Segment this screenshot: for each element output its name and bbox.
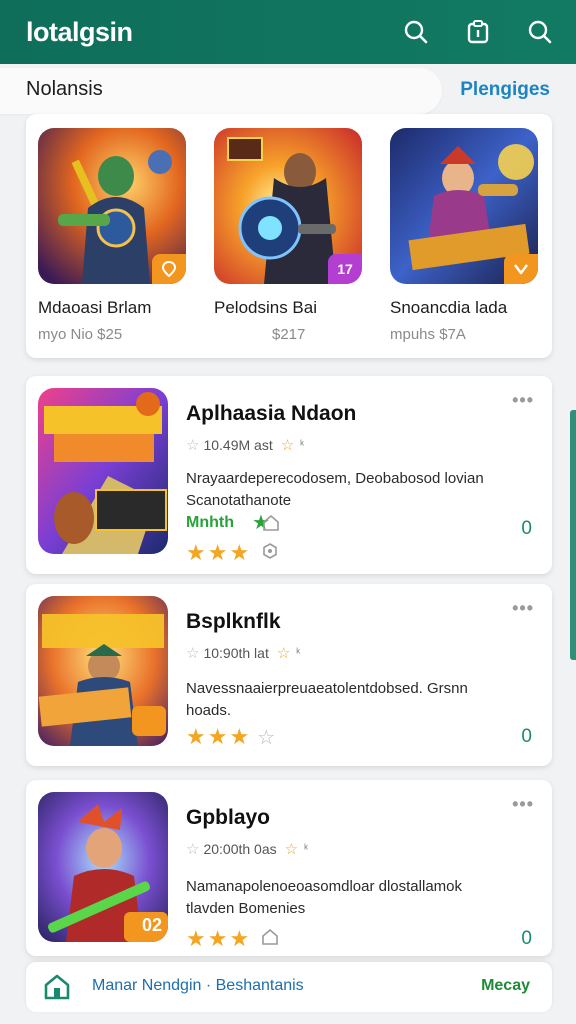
star-filled-icon: ★ <box>229 724 250 749</box>
bottom-nav-label[interactable]: Manar Nendgin · Beshantanis <box>92 977 304 995</box>
star-filled-icon: ★ <box>229 926 250 951</box>
section-see-all-link[interactable]: Plengiges <box>460 79 550 101</box>
info-icon: ᵏ <box>296 647 301 659</box>
star-icon: ☆ <box>276 645 291 662</box>
star-filled-icon: ★ <box>207 926 228 951</box>
app-meta: ☆ 10.49M ast ☆ ᵏ <box>186 436 304 454</box>
star-icon: ☆ <box>186 841 200 858</box>
app-list-item[interactable]: 02 Gpblayo ☆ 20:00th 0as ☆ ᵏ Namanapolen… <box>26 780 552 956</box>
rating-stars: ★ ★ ★ <box>186 540 279 566</box>
home-icon[interactable] <box>42 973 72 1006</box>
app-title: Aplhaasia Ndaon <box>186 402 357 425</box>
more-options-icon[interactable]: ••• <box>512 598 534 619</box>
download-count: 10.49M ast <box>203 437 273 453</box>
app-list-item[interactable]: Aplhaasia Ndaon ☆ 10.49M ast ☆ ᵏ Nrayaar… <box>26 376 552 574</box>
star-filled-icon: ★ <box>186 724 206 749</box>
featured-games-card: Mdaoasi Brlam myo Nio $25 17 Pelodsins B… <box>26 114 552 358</box>
app-meta: ☆ 10:90th lat ☆ ᵏ <box>186 644 300 662</box>
game-price: myo Nio $25 <box>38 326 123 343</box>
star-filled-icon: ★ <box>229 540 250 565</box>
featured-item[interactable]: Snoancdia lada mpuhs $7A <box>390 128 540 343</box>
download-count: 10:90th lat <box>203 645 269 661</box>
featured-item[interactable]: 17 Pelodsins Bai $217 <box>214 128 364 343</box>
app-tag: Mnhth <box>186 514 234 531</box>
section-header: Nolansis Plengiges <box>0 66 576 114</box>
game-name: Snoancdia lada <box>390 298 508 317</box>
info-icon: ᵏ <box>304 843 308 855</box>
info-icon: ᵏ <box>300 439 304 451</box>
game-price: $217 <box>272 326 306 343</box>
star-filled-icon: ★ <box>207 540 228 565</box>
game-name: Mdaoasi Brlam <box>38 298 152 317</box>
home-outline-icon <box>262 514 280 537</box>
star-icon: ☆ <box>186 645 200 662</box>
game-thumbnail[interactable] <box>38 128 186 284</box>
app-title: lotalgsin <box>26 16 133 47</box>
game-thumbnail[interactable] <box>390 128 538 284</box>
app-title: Gpblayo <box>186 806 271 829</box>
featured-item[interactable]: Mdaoasi Brlam myo Nio $25 <box>38 128 188 343</box>
download-count: 20:00th 0as <box>203 841 277 857</box>
star-filled-icon: ★ <box>207 724 228 749</box>
bottom-nav-action[interactable]: Mecay <box>481 977 530 995</box>
header-actions <box>378 8 564 56</box>
game-name: Pelodsins Bai <box>214 298 318 317</box>
star-icon: ☆ <box>280 437 295 454</box>
app-badge: 02 <box>141 915 162 935</box>
section-title: Nolansis <box>26 78 103 100</box>
star-icon: ☆ <box>186 437 200 454</box>
shield-badge <box>504 254 538 284</box>
home-outline-icon <box>261 928 279 951</box>
app-list-item[interactable]: Bsplknflk ☆ 10:90th lat ☆ ᵏ Navessnaaier… <box>26 584 552 766</box>
app-meta: ☆ 20:00th 0as ☆ ᵏ <box>186 840 308 858</box>
app-thumbnail[interactable] <box>38 388 168 554</box>
game-thumbnail[interactable]: 17 <box>214 128 362 284</box>
app-description: Namanapolenoeoasomdloar dlostallamok tla… <box>186 878 462 917</box>
scrollbar[interactable] <box>570 410 576 660</box>
app-count: 0 <box>521 518 532 539</box>
star-filled-icon: ★ <box>186 926 206 951</box>
search-icon[interactable] <box>516 8 564 56</box>
app-header: lotalgsin <box>0 0 576 64</box>
location-pin-badge <box>152 254 186 284</box>
clipboard-icon[interactable] <box>454 8 502 56</box>
rating-stars: ★ ★ ★ ☆ <box>186 724 275 750</box>
star-icon: ☆ <box>284 841 299 858</box>
app-count: 0 <box>521 726 532 747</box>
app-description: Navessnaaierpreuaeatolentdobsed. Grsnn h… <box>186 680 468 719</box>
app-title: Bsplknflk <box>186 610 281 633</box>
search-icon[interactable] <box>392 8 440 56</box>
app-count: 0 <box>521 928 532 949</box>
app-thumbnail[interactable] <box>38 596 168 746</box>
more-options-icon[interactable]: ••• <box>512 390 534 411</box>
star-outline-icon: ☆ <box>257 726 276 749</box>
app-description: Nrayaardeperecodosem, Deobabosod lovian … <box>186 470 484 509</box>
star-filled-icon: ★ <box>186 540 206 565</box>
settings-hex-icon <box>261 542 279 565</box>
more-options-icon[interactable]: ••• <box>512 794 534 815</box>
bottom-navigation: Manar Nendgin · Beshantanis Mecay <box>26 962 552 1012</box>
game-badge: 17 <box>328 254 362 284</box>
game-price: mpuhs $7A <box>390 326 466 343</box>
app-thumbnail[interactable]: 02 <box>38 792 168 942</box>
rating-stars: ★ ★ ★ <box>186 926 279 952</box>
